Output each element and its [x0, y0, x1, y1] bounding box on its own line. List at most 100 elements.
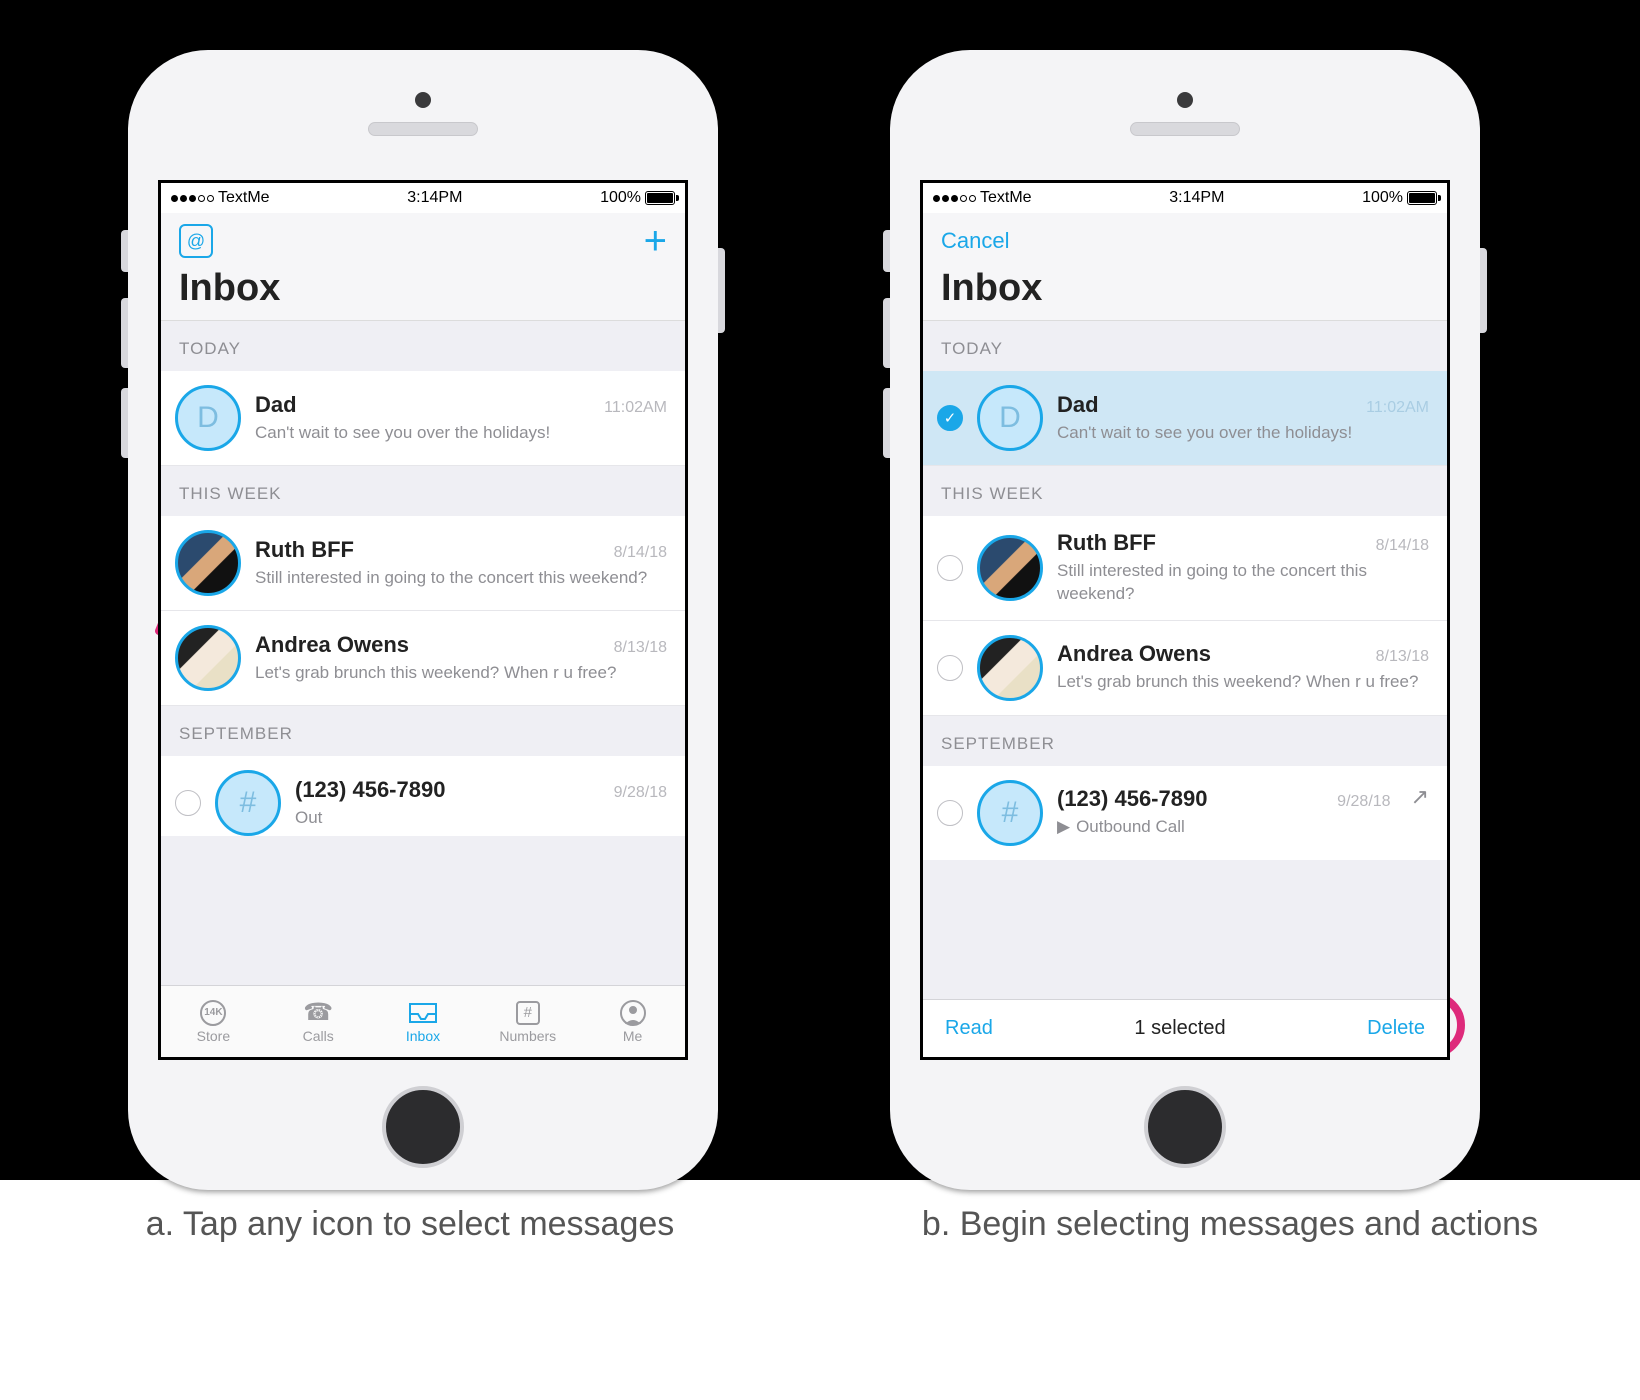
volume-up-button	[883, 298, 890, 368]
select-checkbox[interactable]	[937, 800, 963, 826]
phone-icon: ☎	[302, 1000, 334, 1026]
avatar-andrea[interactable]	[977, 635, 1043, 701]
message-row-dad[interactable]: D Dad 11:02AM Can't wait to see you over…	[161, 371, 685, 466]
message-row-ruth[interactable]: Ruth BFF 8/14/18 Still interested in goi…	[161, 516, 685, 611]
message-row-andrea[interactable]: Andrea Owens 8/13/18 Let's grab brunch t…	[923, 621, 1447, 716]
message-preview: Can't wait to see you over the holidays!	[1057, 422, 1429, 445]
share-icon[interactable]: ↗	[1411, 784, 1429, 810]
screen-b: TextMe 3:14PM 100% Cancel Inbox TODAY	[920, 180, 1450, 1060]
mark-read-button[interactable]: Read	[945, 1017, 993, 1040]
status-time: 3:14PM	[1169, 189, 1224, 207]
message-row-dad[interactable]: ✓ D Dad 11:02AM Can't wait to see you ov…	[923, 371, 1447, 466]
tab-store[interactable]: 14K Store	[161, 986, 266, 1057]
contacts-icon: @	[187, 231, 205, 252]
message-time: 9/28/18	[1337, 793, 1390, 811]
message-time: 8/14/18	[1376, 537, 1429, 555]
avatar-letter: #	[1002, 796, 1019, 830]
tab-calls[interactable]: ☎ Calls	[266, 986, 371, 1057]
delete-button[interactable]: Delete	[1367, 1017, 1425, 1040]
message-time: 11:02AM	[604, 399, 667, 417]
selection-count: 1 selected	[1134, 1017, 1225, 1040]
contacts-button[interactable]: @	[179, 224, 213, 258]
tab-numbers[interactable]: # Numbers	[475, 986, 580, 1057]
tab-label: Store	[197, 1028, 230, 1044]
section-september: SEPTEMBER	[161, 706, 685, 756]
screen-a: TextMe 3:14PM 100% @ + Inbox	[158, 180, 688, 1060]
battery-icon	[1407, 191, 1437, 205]
avatar-ruth[interactable]	[175, 530, 241, 596]
mute-switch	[883, 230, 890, 272]
front-camera	[1177, 92, 1193, 108]
carrier-label: TextMe	[980, 189, 1032, 207]
select-checkbox[interactable]	[937, 555, 963, 581]
numbers-icon: #	[512, 1000, 544, 1026]
cancel-button[interactable]: Cancel	[941, 228, 1009, 254]
background-strip: TextMe 3:14PM 100% @ + Inbox	[0, 0, 1640, 1180]
section-today: TODAY	[161, 321, 685, 371]
message-preview: Outbound CallOutbound Call	[295, 807, 667, 830]
avatar-letter: #	[240, 786, 257, 820]
selection-toolbar: Read 1 selected Delete	[923, 999, 1447, 1057]
home-button[interactable]	[382, 1086, 464, 1168]
message-name: Ruth BFF	[1057, 530, 1156, 556]
volume-down-button	[883, 388, 890, 458]
message-name: (123) 456-7890	[295, 777, 445, 803]
message-time: 11:02AM	[1366, 399, 1429, 417]
section-this-week: THIS WEEK	[161, 466, 685, 516]
signal-dots-icon	[933, 195, 976, 202]
tab-label: Inbox	[406, 1028, 440, 1044]
message-time: 8/13/18	[1376, 648, 1429, 666]
inbox-icon	[407, 1000, 439, 1026]
battery-icon	[645, 191, 675, 205]
avatar-letter: D	[197, 401, 219, 435]
message-preview: Can't wait to see you over the holidays!	[255, 422, 667, 445]
message-name: (123) 456-7890	[1057, 786, 1207, 812]
message-row-ruth[interactable]: Ruth BFF 8/14/18 Still interested in goi…	[923, 516, 1447, 621]
message-name: Ruth BFF	[255, 537, 354, 563]
nav-header: @ + Inbox	[161, 213, 685, 321]
avatar-number[interactable]: #	[977, 780, 1043, 846]
message-preview: Let's grab brunch this weekend? When r u…	[255, 662, 667, 685]
message-list[interactable]: TODAY D Dad 11:02AM Can't wait to see yo…	[161, 321, 685, 985]
volume-up-button	[121, 298, 128, 368]
status-time: 3:14PM	[407, 189, 462, 207]
tab-label: Calls	[303, 1028, 334, 1044]
select-checkbox[interactable]	[937, 655, 963, 681]
tab-label: Me	[623, 1028, 642, 1044]
message-row-number[interactable]: # (123) 456-7890 9/28/18 Outbound CallOu…	[161, 756, 685, 836]
tab-inbox[interactable]: Inbox	[371, 986, 476, 1057]
battery-percent: 100%	[1362, 189, 1403, 207]
home-button[interactable]	[1144, 1086, 1226, 1168]
message-row-number[interactable]: # (123) 456-7890 9/28/18 ▶Outbound Call …	[923, 766, 1447, 860]
page-title: Inbox	[941, 267, 1429, 310]
section-september: SEPTEMBER	[923, 716, 1447, 766]
phone-mockup-a: TextMe 3:14PM 100% @ + Inbox	[128, 50, 718, 1190]
outbound-arrow-icon: ▶	[1057, 817, 1070, 836]
avatar-andrea[interactable]	[175, 625, 241, 691]
avatar-dad[interactable]: D	[175, 385, 241, 451]
me-icon	[617, 1000, 649, 1026]
status-bar: TextMe 3:14PM 100%	[923, 183, 1447, 213]
avatar-dad[interactable]: D	[977, 385, 1043, 451]
select-checkbox[interactable]: ✓	[937, 405, 963, 431]
select-checkbox[interactable]	[175, 790, 201, 816]
message-preview: Still interested in going to the concert…	[255, 567, 667, 590]
avatar-ruth[interactable]	[977, 535, 1043, 601]
message-preview: Still interested in going to the concert…	[1057, 560, 1429, 606]
phone-mockup-b: TextMe 3:14PM 100% Cancel Inbox TODAY	[890, 50, 1480, 1190]
message-name: Andrea Owens	[255, 632, 409, 658]
battery-percent: 100%	[600, 189, 641, 207]
signal-dots-icon	[171, 195, 214, 202]
check-icon: ✓	[944, 409, 957, 427]
carrier-label: TextMe	[218, 189, 270, 207]
compose-button[interactable]: +	[644, 221, 667, 261]
message-row-andrea[interactable]: Andrea Owens 8/13/18 Let's grab brunch t…	[161, 611, 685, 706]
avatar-letter: D	[999, 401, 1021, 435]
status-bar: TextMe 3:14PM 100%	[161, 183, 685, 213]
avatar-number[interactable]: #	[215, 770, 281, 836]
store-icon: 14K	[197, 1000, 229, 1026]
message-list[interactable]: TODAY ✓ D Dad 11:02AM Can't wait to see …	[923, 321, 1447, 999]
speaker-grille	[1130, 122, 1240, 136]
tab-me[interactable]: Me	[580, 986, 685, 1057]
message-time: 8/13/18	[614, 639, 667, 657]
